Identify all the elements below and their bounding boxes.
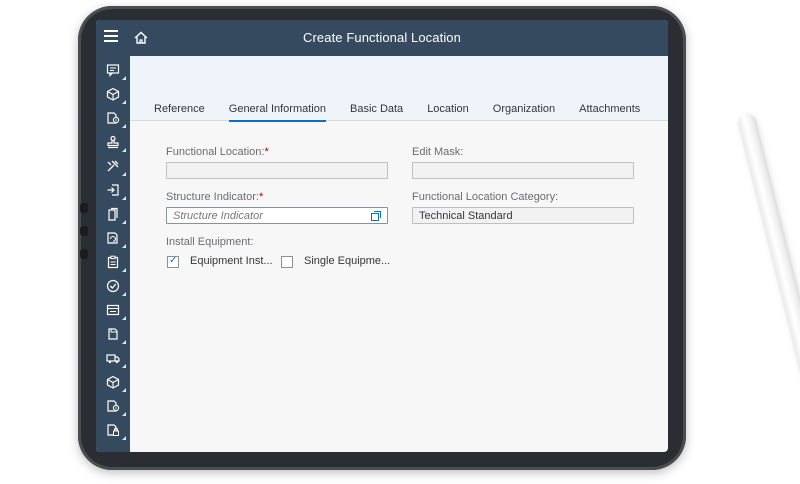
tab-location[interactable]: Location [427,103,469,120]
form-icon [106,304,120,316]
edit-mask-label: Edit Mask: [412,146,464,158]
tab-general-information[interactable]: General Information [228,103,326,122]
tablet-side-button [80,249,88,259]
rail-item-insert[interactable] [96,178,130,202]
edit-mask-field [412,162,634,179]
rail-item-check[interactable] [96,274,130,298]
tab-reference[interactable]: Reference [154,103,205,120]
refresh-document-icon [107,232,118,244]
object-header: Reference General Information Basic Data… [130,56,668,122]
tab-basic-data[interactable]: Basic Data [350,103,403,120]
rail-item-cube-2[interactable] [96,370,130,394]
rail-item-document-settings[interactable] [96,106,130,130]
functional-location-category-field: Technical Standard [412,207,634,224]
rail-item-document-lock[interactable] [96,418,130,442]
single-equipment-option-label: Single Equipme... [304,255,391,267]
equipment-install-checkbox[interactable]: ✓ [167,255,179,268]
stylus-pencil [736,111,800,466]
single-equipment-checkbox[interactable] [281,256,293,268]
tab-attachments[interactable]: Attachments [579,103,640,120]
checkmark-icon: ✓ [169,255,178,266]
tab-organization[interactable]: Organization [493,103,555,120]
cube-icon [106,87,120,101]
insert-icon [107,184,119,196]
check-circle-icon [106,279,120,293]
message-icon [106,64,120,77]
functional-location-field[interactable] [166,162,388,179]
equipment-install-option-label: Equipment Inst... [190,255,273,267]
structure-indicator-placeholder: Structure Indicator [173,210,263,222]
tools-icon [107,160,119,172]
document-settings-icon [107,112,120,124]
copy-icon [108,207,118,221]
required-marker: * [264,146,269,158]
rail-item-form[interactable] [96,298,130,322]
document-lock-icon [107,424,119,436]
tablet-side-button [80,203,88,213]
required-marker: * [258,191,264,203]
rail-item-copy[interactable] [96,202,130,226]
rail-item-message[interactable] [96,58,130,82]
rail-item-stamp[interactable] [96,130,130,154]
rail-item-document-settings-2[interactable] [96,394,130,418]
rail-item-refresh-document[interactable] [96,226,130,250]
shell-bar: Create Functional Location [96,20,668,57]
tab-bar: Reference General Information Basic Data… [154,103,664,122]
functional-location-label: Functional Location:* [166,146,269,158]
structure-indicator-label: Structure Indicator:* [166,191,264,203]
truck-icon [106,354,120,364]
rail-item-clipboard[interactable] [96,250,130,274]
clipboard-icon [107,255,119,269]
rail-item-cube[interactable] [96,82,130,106]
rail-item-truck[interactable] [96,346,130,370]
tablet-side-button [80,226,88,236]
page-title: Create Functional Location [303,30,461,45]
rail-item-document[interactable] [96,322,130,346]
functional-location-category-label: Functional Location Category: [412,191,559,203]
side-navigation [96,56,130,452]
document-icon [108,328,118,340]
rail-item-tools[interactable] [96,154,130,178]
cube-icon [106,375,120,389]
value-help-icon[interactable] [371,211,381,221]
install-equipment-label: Install Equipment: [166,236,254,248]
document-settings-icon [107,400,120,412]
stamp-icon [107,135,119,149]
app-screen: Create Functional Location Reference Gen… [96,20,668,452]
structure-indicator-input[interactable]: Structure Indicator [166,207,388,224]
